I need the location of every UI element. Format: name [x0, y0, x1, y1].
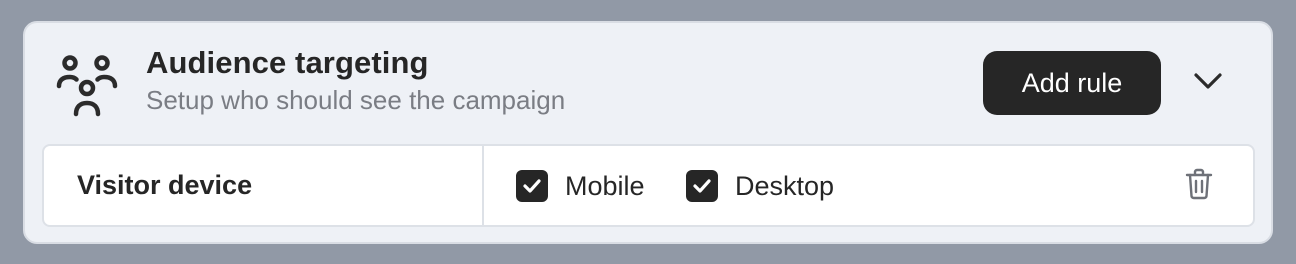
audience-targeting-panel: Audience targeting Setup who should see …: [23, 21, 1273, 244]
add-rule-button[interactable]: Add rule: [983, 51, 1161, 115]
desktop-option-label: Desktop: [735, 170, 835, 201]
desktop-option[interactable]: Desktop: [686, 168, 834, 204]
checkmark-icon: [693, 179, 711, 193]
chevron-down-icon: [1193, 72, 1223, 95]
collapse-toggle-button[interactable]: [1191, 66, 1225, 100]
rule-label: Visitor device: [77, 170, 253, 200]
rule-label-cell: Visitor device: [44, 146, 484, 225]
checkmark-icon: [523, 179, 541, 193]
mobile-option-label: Mobile: [565, 170, 645, 201]
trash-icon: [1185, 168, 1213, 205]
visitor-device-rule-row: Visitor device Mobile Desktop: [42, 144, 1255, 227]
delete-rule-button[interactable]: [1181, 168, 1217, 204]
mobile-option[interactable]: Mobile: [516, 168, 645, 204]
panel-title: Audience targeting: [146, 45, 429, 80]
mobile-checkbox[interactable]: [516, 170, 548, 202]
desktop-checkbox[interactable]: [686, 170, 718, 202]
panel-subtitle: Setup who should see the campaign: [146, 85, 566, 115]
users-group-icon: [55, 53, 119, 117]
